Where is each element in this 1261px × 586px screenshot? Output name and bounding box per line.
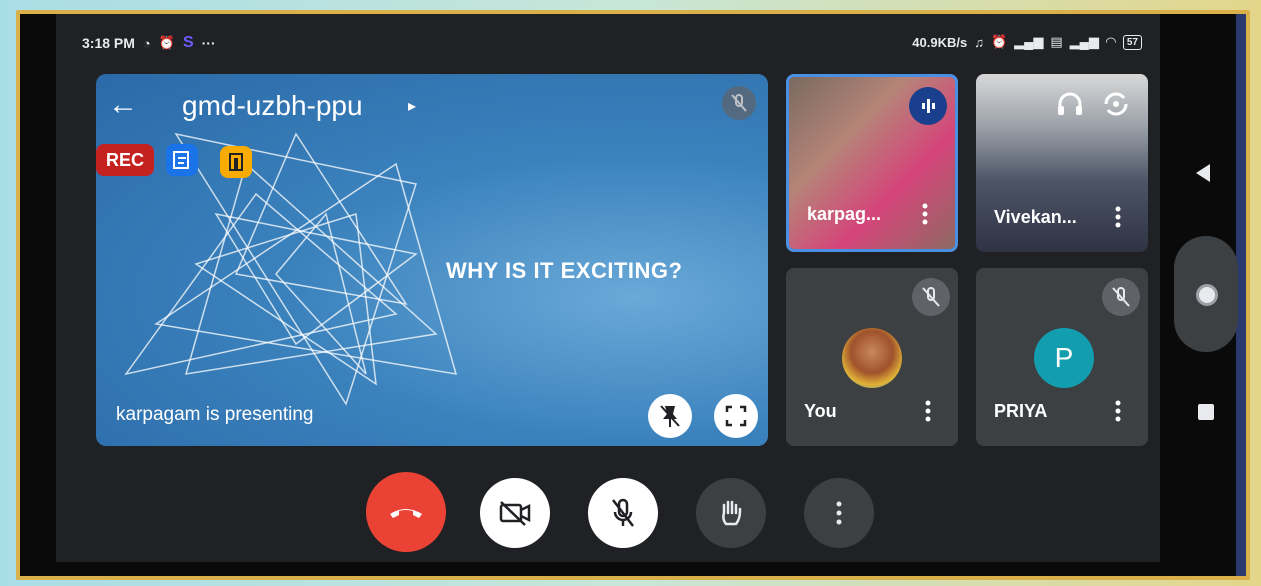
back-arrow-icon[interactable]: ←: [108, 88, 138, 122]
brand-s-icon: S: [182, 34, 194, 51]
microphone-off-icon: [612, 498, 634, 527]
alarm-status-icon: ⏰: [990, 34, 1008, 49]
status-left: 3:18 PM ◔ ⏰ S ···: [82, 34, 216, 52]
nav-back-icon[interactable]: [1196, 164, 1210, 182]
participant-tile-karpagam[interactable]: karpag...: [786, 74, 958, 252]
rec-badge[interactable]: REC: [96, 144, 154, 176]
microphone-toggle-button[interactable]: [588, 478, 658, 548]
headset-icon: ♫: [974, 34, 984, 50]
hand-icon: [722, 500, 742, 526]
headphones-icon: [1054, 88, 1086, 125]
avatar-you: [842, 328, 902, 388]
fullscreen-button[interactable]: [714, 394, 758, 438]
unpin-icon: [660, 405, 680, 427]
avatar-initial: P: [1034, 328, 1094, 388]
mic-off-icon: [1102, 278, 1140, 316]
speaking-indicator-icon: [909, 87, 947, 125]
alarm-icon: ⏰: [158, 35, 175, 50]
nav-home-icon[interactable]: [1196, 284, 1218, 306]
wifi-icon: ◠: [1105, 34, 1116, 49]
captions-badge-icon[interactable]: [166, 144, 198, 176]
more-options-icon[interactable]: [913, 199, 937, 229]
host-controls-badge-icon[interactable]: [220, 146, 252, 178]
presenting-label: karpagam is presenting: [116, 404, 314, 425]
android-nav-bar: [1160, 14, 1240, 562]
nav-recents-icon[interactable]: [1198, 404, 1214, 420]
slide-heading: WHY IS IT EXCITING?: [446, 258, 683, 283]
whatsapp-icon: ◔: [142, 35, 151, 51]
signal-2-icon: ▂▄▆: [1069, 34, 1099, 49]
more-notifications-icon: ···: [201, 35, 216, 51]
presenter-mic-off-icon: [722, 86, 756, 120]
network-speed: 40.9KB/s: [912, 34, 968, 50]
signal-icon: ▂▄▆: [1014, 34, 1044, 49]
presentation-view[interactable]: ← gmd-uzbh-ppu ▸ REC WHY IS IT EXCITING?…: [96, 74, 768, 446]
fullscreen-icon: [725, 405, 747, 427]
phone-screen: 3:18 PM ◔ ⏰ S ··· 40.9KB/s ♫ ⏰ ▂▄▆ ▤ ▂▄▆…: [56, 14, 1160, 562]
more-options-icon[interactable]: [1106, 202, 1130, 232]
status-time: 3:18 PM: [82, 35, 135, 51]
vertical-dots-icon: [836, 501, 842, 525]
meeting-code[interactable]: gmd-uzbh-ppu: [182, 90, 363, 122]
participant-name: karpag...: [807, 204, 882, 224]
volte-icon: ▤: [1050, 34, 1063, 49]
end-call-button[interactable]: [366, 472, 446, 552]
switch-camera-icon[interactable]: [1100, 88, 1132, 125]
unpin-button[interactable]: [648, 394, 692, 438]
chevron-right-icon[interactable]: ▸: [408, 96, 416, 116]
camera-off-icon: [499, 501, 531, 526]
camera-toggle-button[interactable]: [480, 478, 550, 548]
more-options-button[interactable]: [804, 478, 874, 548]
participant-tile-vivekan[interactable]: Vivekan...: [976, 74, 1148, 252]
participant-tile-priya[interactable]: P PRIYA: [976, 268, 1148, 446]
hang-up-icon: [390, 509, 422, 518]
battery-icon: 57: [1122, 34, 1142, 50]
mic-off-icon: [912, 278, 950, 316]
more-options-icon[interactable]: [1106, 396, 1130, 426]
status-bar: 3:18 PM ◔ ⏰ S ··· 40.9KB/s ♫ ⏰ ▂▄▆ ▤ ▂▄▆…: [56, 28, 1160, 56]
raise-hand-button[interactable]: [696, 478, 766, 548]
more-options-icon[interactable]: [916, 396, 940, 426]
status-right: 40.9KB/s ♫ ⏰ ▂▄▆ ▤ ▂▄▆ ◠ 57: [912, 34, 1142, 50]
participant-name: PRIYA: [994, 401, 1048, 421]
participant-name: You: [804, 401, 837, 421]
participant-name: Vivekan...: [994, 207, 1077, 227]
participant-tile-you[interactable]: You: [786, 268, 958, 446]
